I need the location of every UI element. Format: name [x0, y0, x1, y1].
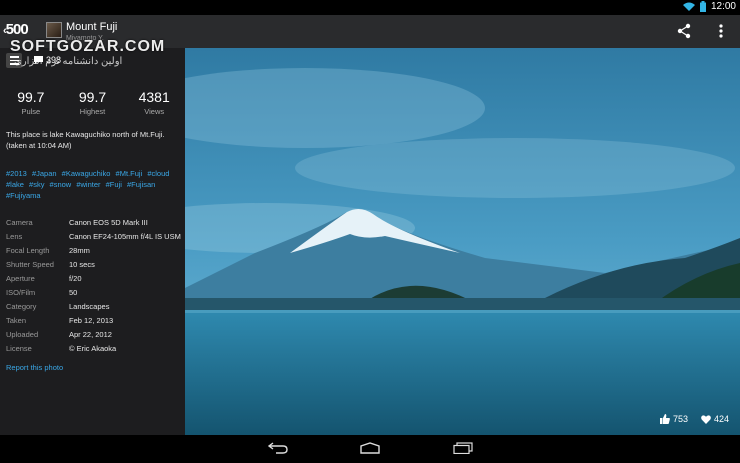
exif-value: Feb 12, 2013	[69, 315, 114, 325]
battery-icon	[699, 1, 706, 12]
nav-home-icon[interactable]	[360, 442, 380, 454]
tag-link[interactable]: #lake	[6, 180, 24, 189]
stats-row: 99.7 Pulse 99.7 Highest 4381 Views	[0, 89, 185, 116]
exif-row: Category Landscapes	[6, 299, 184, 313]
tag-link[interactable]: #Japan	[32, 169, 57, 178]
stat-label: Highest	[79, 107, 106, 116]
favorite-button[interactable]: 424	[701, 414, 729, 424]
stat-value: 4381	[138, 89, 170, 105]
stat-value: 99.7	[78, 89, 107, 105]
exif-key: Taken	[6, 315, 27, 325]
exif-key: License	[6, 343, 32, 353]
exif-row: Uploaded Apr 22, 2012	[6, 327, 184, 341]
exif-row: Lens Canon EF24-105mm f/4L IS USM	[6, 229, 184, 243]
exif-key: Shutter Speed	[6, 259, 54, 269]
stat-value: 99.7	[17, 89, 45, 105]
thumbs-up-icon	[660, 414, 670, 424]
exif-value: 50	[69, 287, 78, 297]
stat-label: Pulse	[21, 107, 41, 116]
back-logo-button[interactable]: ‹500	[3, 21, 29, 38]
tag-link[interactable]: #snow	[50, 180, 72, 189]
stat-pulse: 99.7 Pulse	[0, 89, 62, 116]
tag-link[interactable]: #cloud	[147, 169, 169, 178]
exif-value: Landscapes	[69, 301, 110, 311]
author-avatar[interactable]	[46, 22, 62, 38]
exif-value: 10 secs	[69, 259, 95, 269]
exif-row: Taken Feb 12, 2013	[6, 313, 184, 327]
tag-link[interactable]: #Fuji	[106, 180, 122, 189]
tag-link[interactable]: #Mt.Fuji	[116, 169, 143, 178]
like-button[interactable]: 753	[660, 414, 688, 424]
nav-recent-apps-icon[interactable]	[453, 442, 473, 454]
stat-views: 4381 Views	[123, 89, 185, 116]
photo-image	[185, 48, 740, 435]
stat-label: Views	[144, 107, 165, 116]
tag-link[interactable]: #2013	[6, 169, 27, 178]
exif-key: Camera	[6, 217, 33, 227]
exif-value: Apr 22, 2012	[69, 329, 112, 339]
exif-value: f/20	[69, 273, 82, 283]
favorites-count: 424	[714, 414, 730, 424]
status-time: 12:00	[710, 1, 736, 12]
tag-link[interactable]: #Fujisan	[127, 180, 155, 189]
stat-highest: 99.7 Highest	[62, 89, 124, 116]
exif-table: Camera Canon EOS 5D Mark III Lens Canon EF…	[6, 215, 184, 355]
tag-list: #2013 #Japan #Kawaguchiko #Mt.Fuji #clou…	[6, 168, 184, 201]
tag-link[interactable]: #Kawaguchiko	[62, 169, 111, 178]
nav-back-icon[interactable]	[268, 442, 288, 454]
exif-row: Camera Canon EOS 5D Mark III	[6, 215, 184, 229]
exif-row: Shutter Speed 10 secs	[6, 257, 184, 271]
exif-row: Aperture f/20	[6, 271, 184, 285]
exif-row: License © Eric Akaoka	[6, 341, 184, 355]
photo-info-panel: 398 99.7 Pulse 99.7 Highest 4381 Views T…	[0, 48, 185, 435]
watermark-text: SOFTGOZAR.COM	[10, 38, 166, 55]
overflow-menu-icon[interactable]	[716, 23, 726, 39]
exif-row: Focal Length 28mm	[6, 243, 184, 257]
exif-value: Canon EOS 5D Mark III	[69, 217, 148, 227]
tag-link[interactable]: #sky	[29, 180, 44, 189]
photo-view[interactable]	[185, 48, 740, 435]
share-icon[interactable]	[676, 23, 692, 39]
photo-description: This place is lake Kawaguchiko north of …	[6, 130, 165, 150]
wifi-icon	[682, 2, 695, 11]
tag-link[interactable]: #Fujiyama	[6, 191, 41, 200]
exif-row: ISO/Film 50	[6, 285, 184, 299]
tag-link[interactable]: #winter	[76, 180, 100, 189]
app-logo: 500	[5, 21, 29, 38]
exif-key: ISO/Film	[6, 287, 36, 297]
exif-key: Category	[6, 301, 37, 311]
exif-key: Lens	[6, 231, 23, 241]
status-bar: 12:00	[0, 0, 740, 15]
likes-count: 753	[673, 414, 689, 424]
exif-key: Aperture	[6, 273, 35, 283]
report-photo-link[interactable]: Report this photo	[6, 363, 63, 372]
watermark-subtext: اولین دانشنامه نرم افزاری	[14, 56, 123, 67]
exif-value: © Eric Akaoka	[69, 343, 117, 353]
heart-icon	[701, 414, 711, 424]
photo-title: Mount Fuji	[66, 21, 118, 33]
exif-value: 28mm	[69, 245, 90, 255]
exif-value: Canon EF24-105mm f/4L IS USM	[69, 231, 181, 241]
exif-key: Focal Length	[6, 245, 50, 255]
exif-key: Uploaded	[6, 329, 39, 339]
